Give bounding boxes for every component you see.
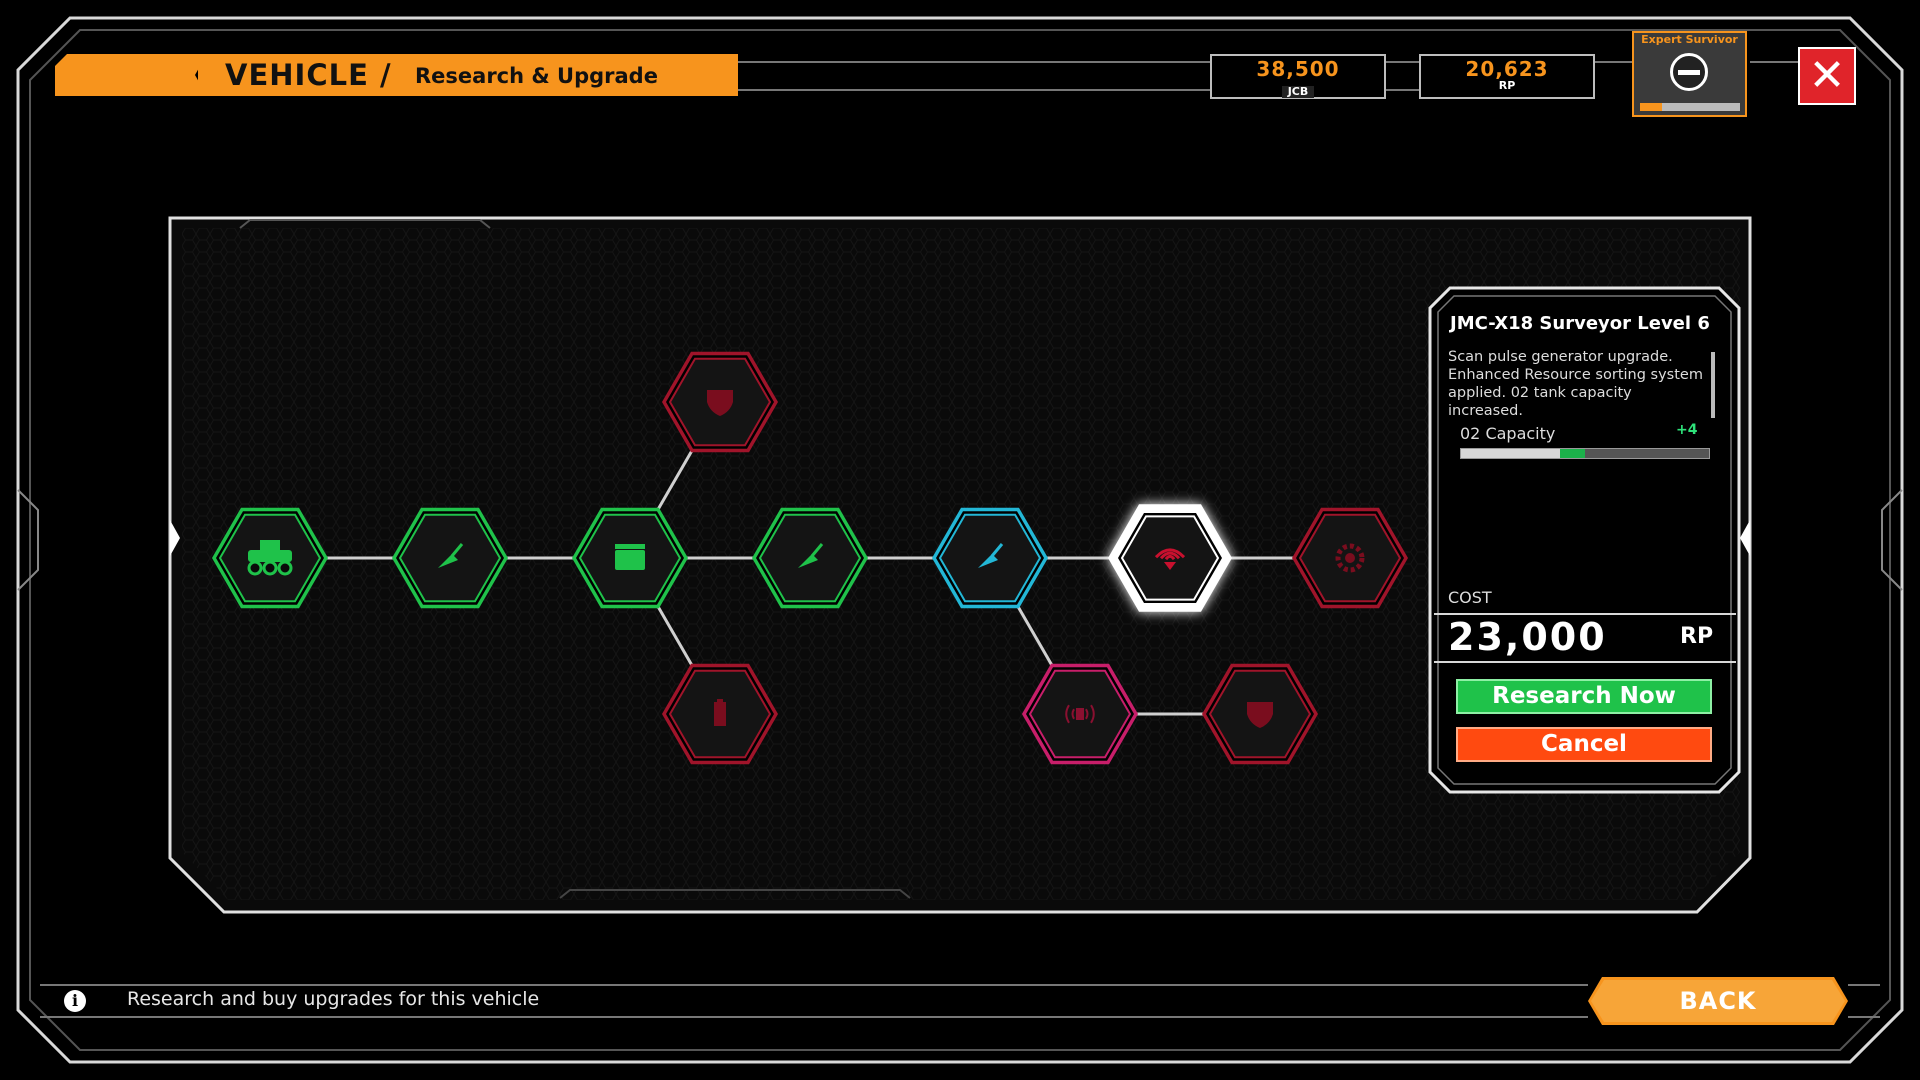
footer-hint: Research and buy upgrades for this vehic… <box>127 988 540 1010</box>
stat-label: 02 Capacity <box>1460 424 1556 443</box>
buggy-wheel <box>277 560 293 576</box>
storage-lid <box>615 544 645 549</box>
info-icon: i <box>64 990 86 1012</box>
cost-divider-bottom <box>1434 661 1736 663</box>
buggy-icon <box>248 550 292 562</box>
research-now-button[interactable]: Research Now <box>1456 679 1712 714</box>
buggy-wheel <box>262 560 278 576</box>
battery-icon <box>714 702 726 726</box>
back-button-label: BACK <box>1591 980 1845 1022</box>
description-scrollbar[interactable] <box>1711 352 1715 418</box>
cost-unit: RP <box>1680 624 1714 649</box>
upgrade-title: JMC-X18 Surveyor Level 6 <box>1450 313 1710 334</box>
storage-box-icon <box>615 550 645 570</box>
cost-value: 23,000 <box>1448 615 1607 659</box>
stat-bar-gain <box>1560 449 1585 458</box>
buggy-wheel <box>247 560 263 576</box>
stat-bar-base <box>1461 449 1561 458</box>
pulse-icon <box>1076 708 1084 720</box>
battery-terminal <box>717 699 723 702</box>
upgrade-description: Scan pulse generator upgrade. Enhanced R… <box>1448 349 1703 419</box>
back-button[interactable]: BACK <box>1588 977 1848 1025</box>
cost-label: COST <box>1448 588 1492 607</box>
stat-bar <box>1460 448 1710 459</box>
gear-hub <box>1345 553 1355 563</box>
cancel-button[interactable]: Cancel <box>1456 727 1712 762</box>
stat-delta: +4 <box>1676 422 1698 438</box>
buggy-cabin <box>260 540 280 550</box>
